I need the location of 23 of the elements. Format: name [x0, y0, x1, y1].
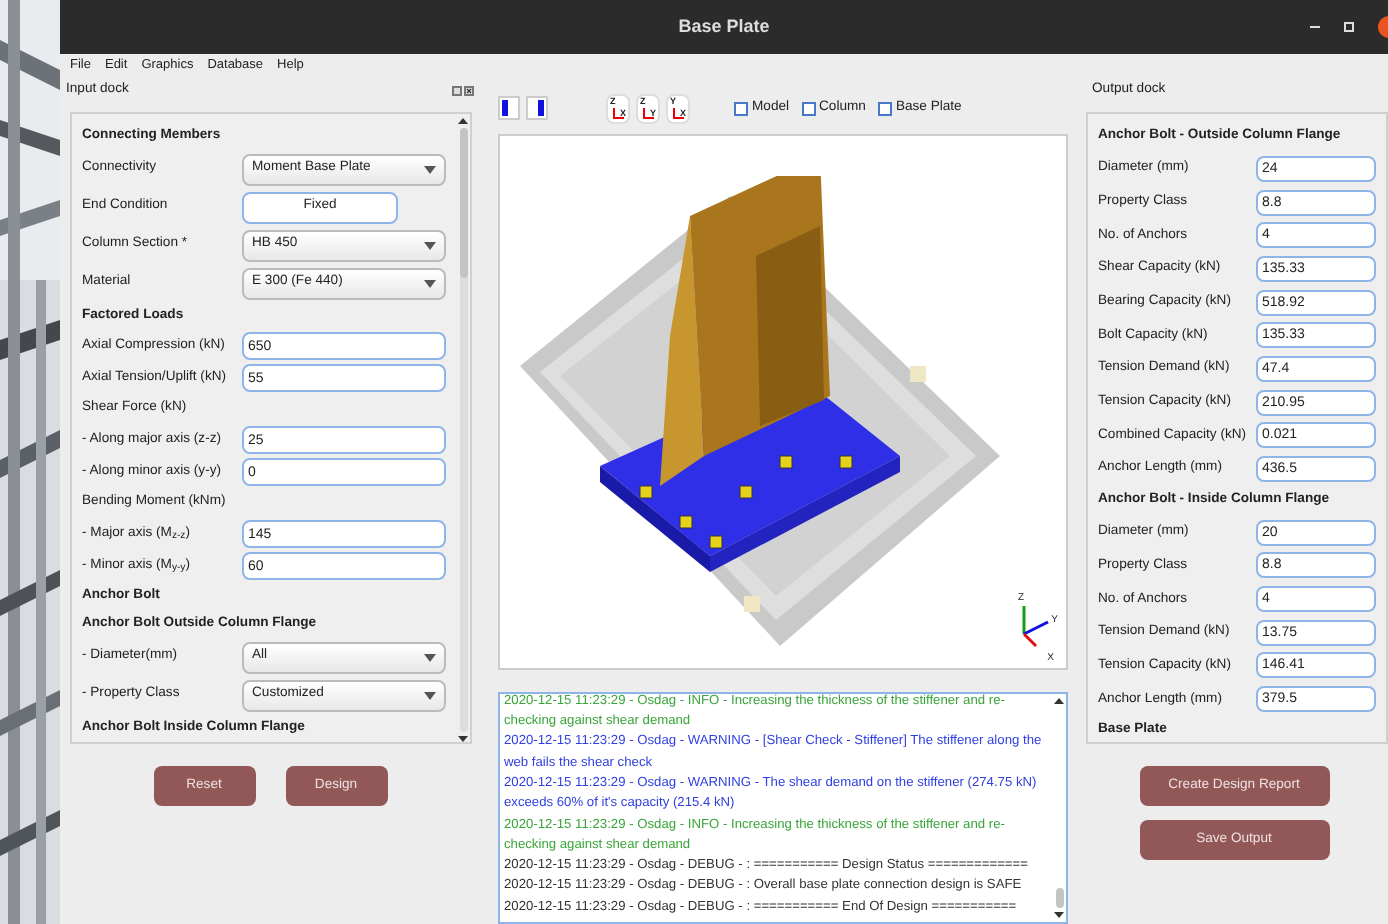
scrollbar[interactable]	[1052, 694, 1066, 922]
axis-icon	[642, 107, 654, 119]
maximize-icon[interactable]	[1344, 22, 1354, 32]
caret-icon	[424, 653, 436, 661]
scroll-up-icon[interactable]	[1054, 698, 1064, 704]
panel-toggle-icon[interactable]	[526, 96, 548, 120]
checkbox[interactable]	[877, 101, 892, 115]
panel-toggle-icon[interactable]	[498, 96, 520, 120]
caret-icon	[424, 241, 436, 249]
window-title: Base Plate	[678, 13, 770, 40]
float-icon[interactable]	[452, 85, 462, 95]
scroll-down-icon[interactable]	[458, 736, 468, 742]
caret-icon	[424, 165, 436, 173]
scroll-up-icon[interactable]	[458, 118, 468, 124]
caret-icon	[424, 279, 436, 287]
axis-icon	[672, 107, 684, 119]
checkbox[interactable]	[734, 101, 748, 115]
caret-icon	[424, 691, 436, 699]
close-icon[interactable]	[464, 85, 474, 95]
checkbox[interactable]	[801, 101, 816, 115]
axis-icon	[612, 107, 624, 119]
scroll-down-icon[interactable]	[1054, 912, 1064, 918]
scrollbar[interactable]	[456, 114, 470, 742]
